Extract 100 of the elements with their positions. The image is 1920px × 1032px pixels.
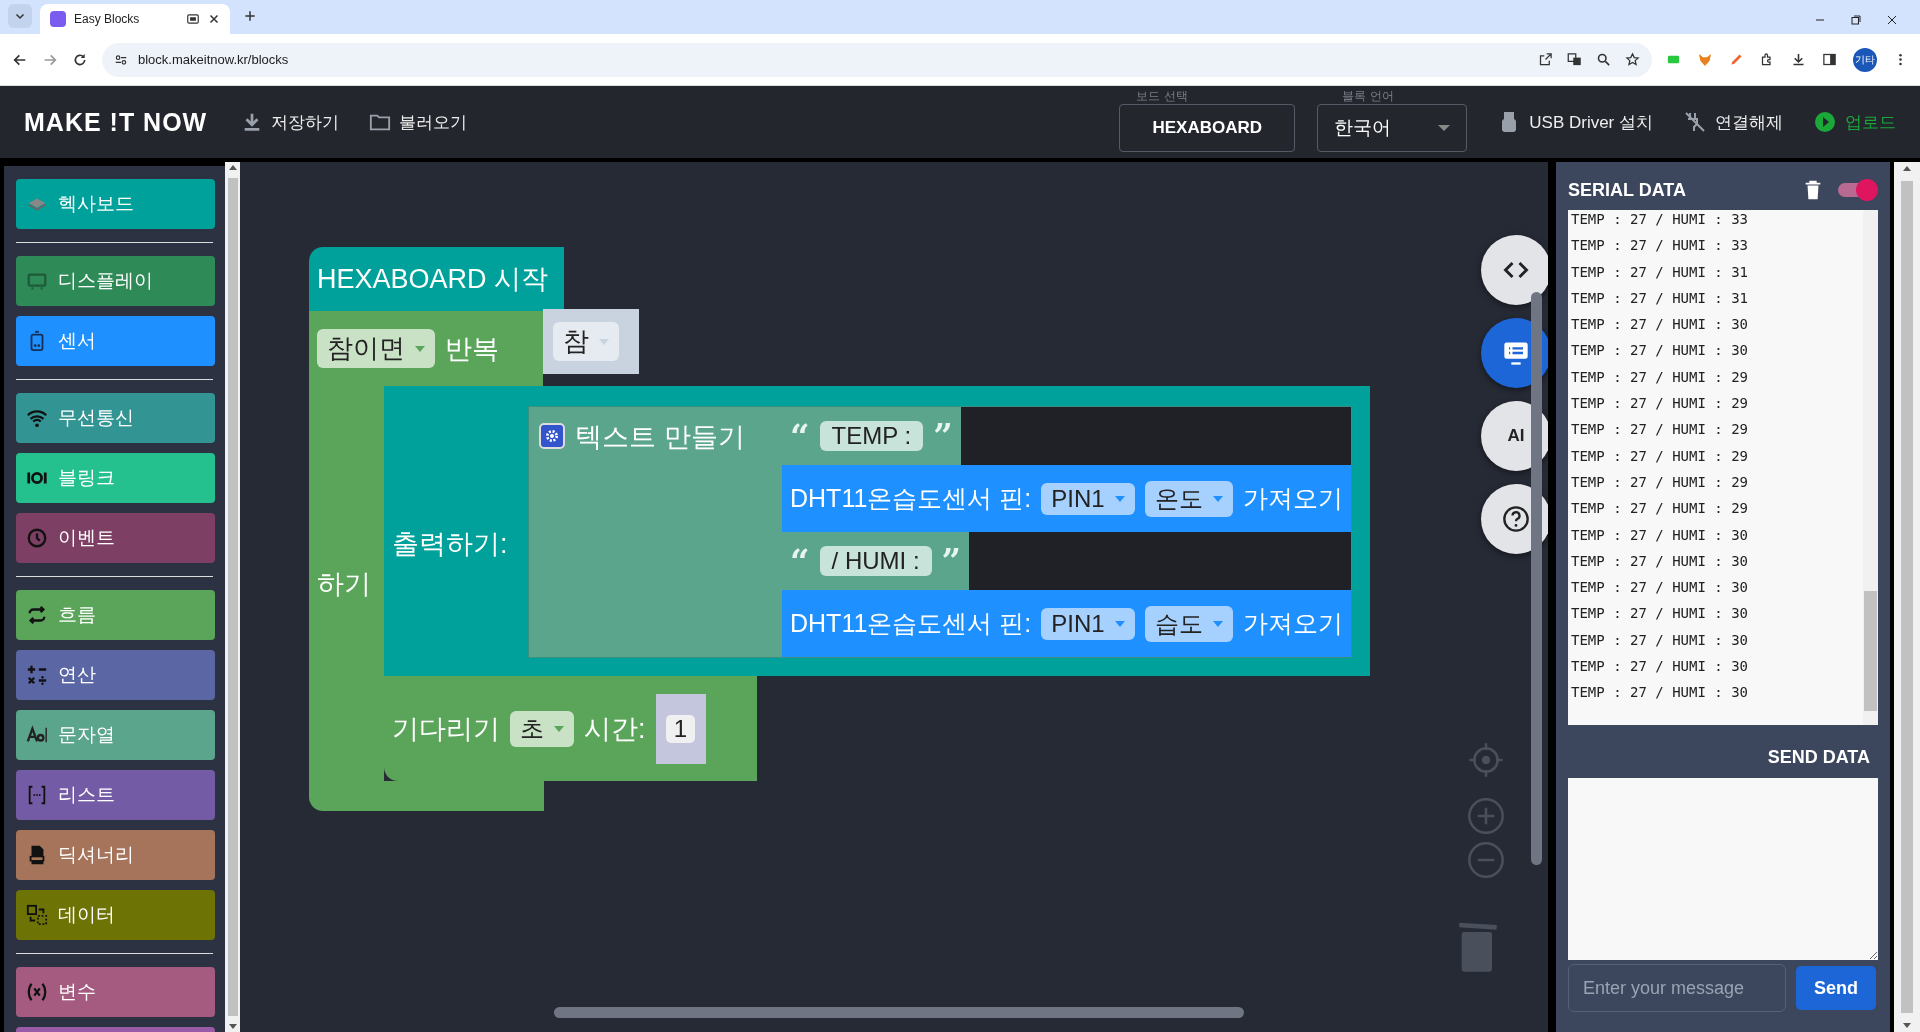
text-field[interactable]: / HUMI : <box>819 546 932 576</box>
gear-icon[interactable] <box>539 423 565 449</box>
block-dropdown[interactable]: 초 <box>510 710 574 747</box>
text-field[interactable]: TEMP : <box>819 421 924 451</box>
log-line: TEMP : 27 / HUMI : 30 <box>1571 578 1749 598</box>
zoom-icon[interactable] <box>1596 52 1611 67</box>
category-button[interactable]: 딕셔너리 <box>16 830 215 880</box>
fox-icon[interactable] <box>1697 51 1713 68</box>
category-button[interactable]: 데이터 <box>16 890 215 940</box>
log-line: TEMP : 27 / HUMI : 30 <box>1571 341 1749 361</box>
pen-icon[interactable] <box>1729 52 1744 67</box>
dropdown-caret-icon <box>1438 125 1451 131</box>
block-dropdown[interactable]: 참 <box>553 322 619 361</box>
log-line: TEMP : 27 / HUMI : 30 <box>1571 551 1749 571</box>
category-button[interactable]: 연산 <box>16 650 215 700</box>
quote-mark: ” <box>941 544 962 578</box>
language-select[interactable]: 한국어 <box>1317 104 1468 152</box>
scrollbar[interactable] <box>1863 210 1878 725</box>
browser-tab[interactable]: Easy Blocks <box>40 4 230 34</box>
download-icon[interactable] <box>1791 52 1806 67</box>
text-block[interactable]: “ TEMP : ” <box>782 407 961 465</box>
quote-mark: “ <box>790 544 810 578</box>
text-block[interactable]: “ / HUMI : ” <box>782 532 970 590</box>
boolean-block[interactable]: 참 <box>543 309 639 374</box>
sensor-block[interactable]: DHT11온습도센서 핀: PIN1 온도 가져오기 <box>782 465 1351 532</box>
block-label: 기다리기 <box>392 712 500 746</box>
block-label: 가져오기 <box>1242 483 1343 514</box>
block-dropdown[interactable]: PIN1 <box>1041 607 1135 640</box>
number-block[interactable]: 1 <box>655 693 706 764</box>
log-line: TEMP : 27 / HUMI : 33 <box>1571 210 1749 229</box>
reload-icon[interactable] <box>72 51 88 68</box>
brackets-icon <box>26 784 48 806</box>
block-label: 시간: <box>584 712 646 746</box>
block-dropdown[interactable]: 온도 <box>1144 480 1233 517</box>
block-dropdown[interactable]: 참이면 <box>317 329 435 368</box>
url-text: block.makeitnow.kr/blocks <box>138 52 289 67</box>
log-line: TEMP : 27 / HUMI : 33 <box>1571 236 1749 256</box>
scrollbar[interactable] <box>1531 292 1542 865</box>
tool-button[interactable] <box>1481 235 1548 305</box>
block-dropdown[interactable]: PIN1 <box>1041 482 1135 515</box>
quote-mark: “ <box>790 419 810 453</box>
scrollbar[interactable] <box>554 1007 1244 1018</box>
language-value: 한국어 <box>1334 116 1392 140</box>
number-field[interactable]: 1 <box>665 714 696 743</box>
star-icon[interactable] <box>1625 52 1640 67</box>
logo[interactable]: MAKE !T NOW <box>24 107 208 137</box>
panel-title: SERIAL DATA <box>1568 179 1687 201</box>
board-select[interactable]: HEXABOARD <box>1119 104 1296 152</box>
log-line: TEMP : 27 / HUMI : 29 <box>1571 367 1749 387</box>
log-line: TEMP : 27 / HUMI : 30 <box>1571 683 1749 703</box>
variable-icon <box>26 981 48 1003</box>
profile-avatar[interactable]: 기타 <box>1853 47 1877 72</box>
log-line: TEMP : 27 / HUMI : 30 <box>1571 657 1749 677</box>
unplugged-icon <box>1683 110 1707 134</box>
plus-icon <box>243 9 257 23</box>
quote-mark: ” <box>933 419 953 453</box>
block-label: 반복 <box>445 332 499 366</box>
media-icon <box>186 12 200 26</box>
restore-icon[interactable] <box>1850 14 1862 26</box>
block-label: 출력하기: <box>392 528 509 561</box>
category-button[interactable]: 변수 <box>16 967 215 1017</box>
header-button[interactable]: USB Driver 설치 <box>1497 110 1653 134</box>
side-panel-icon[interactable] <box>1822 52 1837 67</box>
repeat-icon <box>26 604 48 626</box>
message-input[interactable]: Enter your message <box>1568 964 1786 1012</box>
log-line: TEMP : 27 / HUMI : 29 <box>1571 446 1749 466</box>
header-button[interactable]: 업로드 <box>1813 110 1896 134</box>
block-dropdown[interactable]: 습도 <box>1144 605 1233 642</box>
sensor-block[interactable]: DHT11온습도센서 핀: PIN1 습도 가져오기 <box>782 590 1351 657</box>
wifi-icon <box>26 407 48 429</box>
repeat-block-header[interactable]: 참이면 반복 <box>309 311 543 386</box>
category-button[interactable]: 무선통신 <box>16 393 215 443</box>
favicon-icon <box>50 11 66 27</box>
category-button[interactable]: 디스플레이 <box>16 256 215 306</box>
address-bar[interactable]: block.makeitnow.kr/blocks <box>102 42 1652 77</box>
section-title: SEND DATA <box>1766 746 1871 769</box>
close-icon[interactable] <box>208 13 220 25</box>
log-line: TEMP : 27 / HUMI : 29 <box>1571 499 1749 519</box>
log-line: TEMP : 27 / HUMI : 30 <box>1571 604 1749 624</box>
log-line: TEMP : 27 / HUMI : 29 <box>1571 394 1749 414</box>
print-block[interactable]: 출력하기: 텍스트 만들기 “ TEMP : ” DHT11온습도센서 핀: PIN1 온도 가져오기 “ / HUMI : ” DHT11온습도센서 핀: PIN1 습도 가져오기 <box>384 386 1370 676</box>
tab-list-button[interactable] <box>8 4 32 28</box>
header-button[interactable]: 연결해제 <box>1683 110 1783 134</box>
external-link-icon[interactable] <box>1538 52 1553 67</box>
monitor-icon <box>26 270 48 292</box>
header-button[interactable]: 불러오기 <box>369 110 468 134</box>
log-line: TEMP : 27 / HUMI : 30 <box>1571 525 1749 545</box>
swap-boxes-icon <box>26 904 48 926</box>
block-label: 가져오기 <box>1242 608 1343 639</box>
log-line: TEMP : 27 / HUMI : 31 <box>1571 262 1749 282</box>
scrollbar[interactable] <box>225 162 240 1032</box>
block-label: DHT11온습도센서 핀: <box>790 608 1032 639</box>
header-button[interactable]: 저장하기 <box>241 110 340 134</box>
close-icon[interactable] <box>1886 14 1898 26</box>
wait-block[interactable]: 기다리기 초 시간: 1 <box>384 676 757 781</box>
send-button[interactable]: Send <box>1796 966 1876 1010</box>
category-button[interactable]: 리스트 <box>16 770 215 820</box>
log-line: TEMP : 27 / HUMI : 30 <box>1571 630 1749 650</box>
block-label: HEXABOARD 시작 <box>317 263 549 296</box>
category-button[interactable]: 이벤트 <box>16 513 215 563</box>
